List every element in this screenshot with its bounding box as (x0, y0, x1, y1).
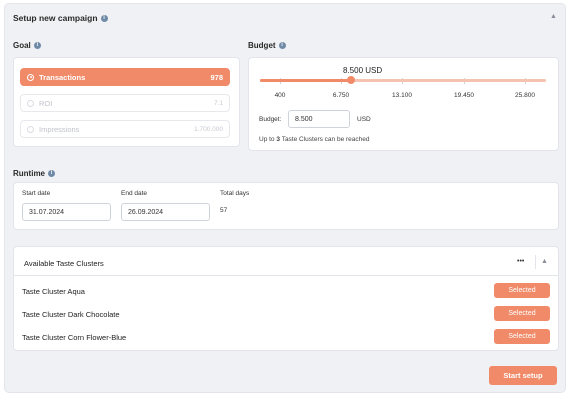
goal-option-transactions[interactable]: Transactions 978 (20, 68, 230, 86)
header-divider (535, 255, 536, 269)
budget-label: Budget i (248, 41, 286, 50)
info-icon[interactable]: i (100, 15, 108, 23)
info-icon[interactable]: i (278, 42, 286, 50)
slider-tick-label: 13.100 (392, 92, 412, 99)
info-icon[interactable]: i (48, 170, 55, 178)
cluster-name: Taste Cluster Dark Chocolate (22, 310, 120, 319)
radio-icon (27, 99, 34, 107)
cluster-name: Taste Cluster Corn Flower-Blue (22, 333, 127, 342)
campaign-setup-panel: Setup new campaign i ▲ Goal i Transactions… (4, 3, 566, 393)
goal-label: Goal i (13, 41, 41, 50)
budget-input-label: Budget: (259, 116, 282, 123)
slider-tick-label: 400 (274, 92, 286, 99)
clusters-card: Available Taste Clusters ••• ▲ Taste Clu… (13, 246, 559, 351)
clusters-title: Available Taste Clusters (24, 259, 104, 268)
slider-fill (260, 79, 352, 82)
total-days-value: 57 (220, 207, 228, 214)
start-setup-button[interactable]: Start setup (489, 366, 557, 385)
slider-value-label: 8.500 USD (343, 66, 383, 75)
radio-icon (27, 73, 34, 81)
goal-option-impressions[interactable]: Impressions 1.700.000 (20, 120, 230, 138)
cluster-selected-button[interactable]: Selected (494, 283, 550, 298)
cluster-name: Taste Cluster Aqua (22, 287, 85, 296)
chevron-up-icon[interactable]: ▲ (550, 13, 557, 20)
info-icon[interactable]: i (33, 42, 41, 50)
slider-tick-label: 6.750 (332, 92, 350, 99)
divider (14, 275, 558, 276)
slider-tick-label: 25.800 (515, 92, 535, 99)
cluster-selected-button[interactable]: Selected (494, 329, 550, 344)
currency-label: USD (357, 116, 371, 123)
start-date-label: Start date (22, 190, 51, 197)
goal-card: Transactions 978 ROI 7.1 Impressions 1.7… (13, 57, 240, 147)
end-date-label: End date (121, 190, 148, 197)
goal-option-roi[interactable]: ROI 7.1 (20, 94, 230, 112)
panel-title: Setup new campaign i (13, 13, 108, 23)
end-date-input[interactable]: 26.09.2024 (121, 203, 210, 221)
budget-input[interactable]: 8.500 (288, 110, 350, 128)
chevron-up-icon[interactable]: ▲ (541, 258, 548, 265)
slider-tick-label: 19.450 (454, 92, 474, 99)
runtime-label: Runtime i (13, 169, 55, 178)
cluster-selected-button[interactable]: Selected (494, 306, 550, 321)
radio-icon (27, 125, 34, 133)
start-date-input[interactable]: 31.07.2024 (22, 203, 111, 221)
total-days-label: Total days (220, 190, 250, 197)
reach-info: Up to 3 Taste Clusters can be reached (259, 136, 370, 143)
more-icon[interactable]: ••• (517, 258, 524, 265)
